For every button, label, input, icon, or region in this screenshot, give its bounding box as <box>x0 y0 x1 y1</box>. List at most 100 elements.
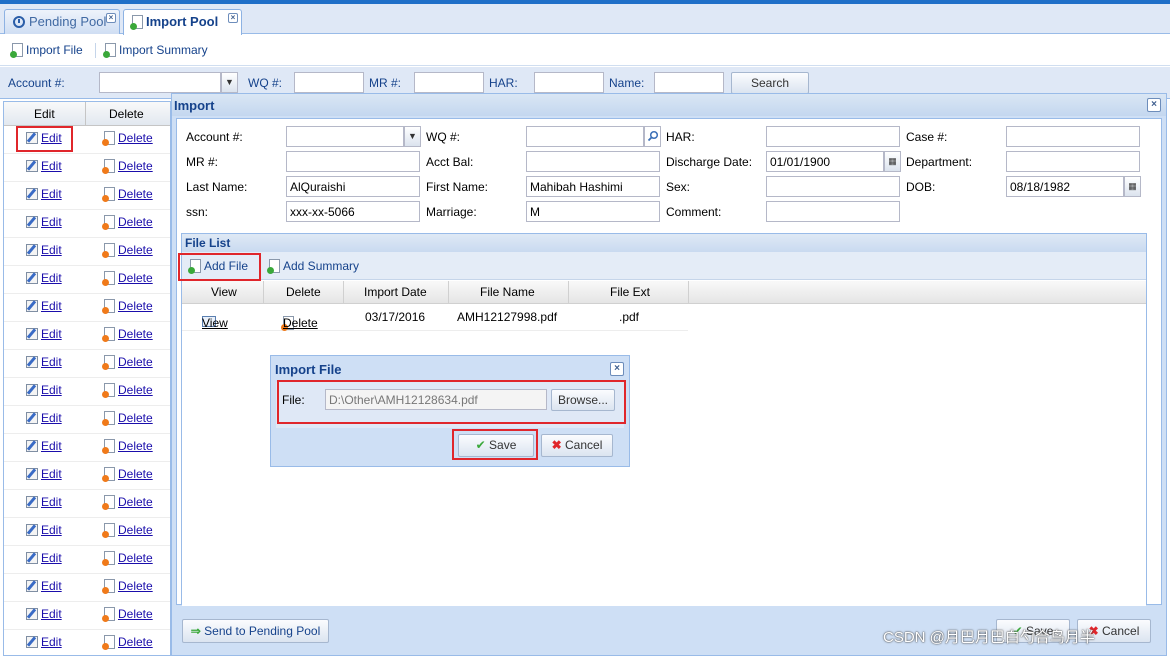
delete-link[interactable]: Delete <box>102 579 153 594</box>
table-row: Edit Delete <box>4 294 170 322</box>
edit-link[interactable]: Edit <box>26 299 62 313</box>
edit-link[interactable]: Edit <box>26 579 62 593</box>
edit-link[interactable]: Edit <box>26 243 62 257</box>
clock-icon <box>13 16 25 28</box>
close-icon[interactable]: × <box>1147 98 1161 112</box>
delete-link[interactable]: Delete <box>102 355 153 370</box>
delete-link[interactable]: Delete <box>102 299 153 314</box>
table-row: Edit Delete <box>4 378 170 406</box>
har-input[interactable] <box>534 72 604 93</box>
edit-link[interactable]: Edit <box>26 383 62 397</box>
page-delete-icon <box>102 495 115 510</box>
edit-link[interactable]: Edit <box>26 271 62 285</box>
case-input[interactable] <box>1006 126 1140 147</box>
dob-input[interactable] <box>1006 176 1124 197</box>
delete-link[interactable]: Delete <box>102 215 153 230</box>
ssn-input[interactable] <box>286 201 420 222</box>
delete-link[interactable]: Delete <box>102 523 153 538</box>
account-combo-input[interactable] <box>286 126 404 147</box>
delete-link[interactable]: Delete <box>102 495 153 510</box>
col-file-name-header: File Name <box>480 285 535 299</box>
wq-input[interactable] <box>294 72 364 93</box>
discharge-date-input[interactable] <box>766 151 884 172</box>
comment-input[interactable] <box>766 201 900 222</box>
delete-link[interactable]: Delete <box>102 159 153 174</box>
import-file-button[interactable]: Import File <box>10 43 83 58</box>
edit-link[interactable]: Edit <box>26 523 62 537</box>
account-combo-input[interactable] <box>99 72 221 93</box>
delete-link[interactable]: Delete <box>102 383 153 398</box>
page-delete-icon <box>102 635 115 650</box>
department-input[interactable] <box>1006 151 1140 172</box>
close-icon[interactable]: × <box>106 13 116 23</box>
last-name-input[interactable] <box>286 176 420 197</box>
dob-label: DOB: <box>906 180 936 194</box>
x-icon: ✖ <box>551 438 562 452</box>
file-name-cell: AMH12127998.pdf <box>457 310 558 324</box>
edit-link[interactable]: Edit <box>26 551 62 565</box>
highlight-box <box>452 429 538 460</box>
col-view-header: View <box>211 285 237 299</box>
delete-link[interactable]: Delete <box>102 327 153 342</box>
mr-input[interactable] <box>414 72 484 93</box>
name-input[interactable] <box>654 72 724 93</box>
edit-link[interactable]: Edit <box>26 635 62 649</box>
delete-link[interactable]: Delete <box>102 271 153 286</box>
page-delete-icon <box>102 159 115 174</box>
case-label: Case #: <box>906 130 948 144</box>
tab-bar: Pending Pool × Import Pool × <box>0 4 1170 35</box>
wq-input[interactable] <box>526 126 644 147</box>
delete-link[interactable]: Delete <box>102 131 153 146</box>
calendar-icon[interactable]: ▦ <box>1124 176 1141 197</box>
table-row: Edit Delete <box>4 266 170 294</box>
delete-link[interactable]: Delete <box>102 607 153 622</box>
edit-link[interactable]: Edit <box>26 411 62 425</box>
tab-pending-pool[interactable]: Pending Pool × <box>4 9 120 34</box>
pencil-icon <box>26 412 38 424</box>
import-date-cell: 03/17/2016 <box>365 310 426 324</box>
edit-link[interactable]: Edit <box>26 439 62 453</box>
import-summary-button[interactable]: Import Summary <box>103 43 208 58</box>
edit-link[interactable]: Edit <box>26 607 62 621</box>
pencil-icon <box>26 524 38 536</box>
marriage-input[interactable] <box>526 201 660 222</box>
edit-link[interactable]: Edit <box>26 495 62 509</box>
dialog-cancel-button[interactable]: ✖ Cancel <box>541 434 613 457</box>
chevron-down-icon[interactable]: ▼ <box>221 72 238 93</box>
sex-input[interactable] <box>766 176 900 197</box>
table-row: Edit Delete <box>4 154 170 182</box>
delete-link[interactable]: Delete <box>102 551 153 566</box>
first-name-input[interactable] <box>526 176 660 197</box>
calendar-icon[interactable]: ▦ <box>884 151 901 172</box>
pencil-icon <box>26 580 38 592</box>
pencil-icon <box>26 244 38 256</box>
edit-link[interactable]: Edit <box>26 467 62 481</box>
search-icon[interactable] <box>644 126 661 147</box>
page-delete-icon <box>102 355 115 370</box>
tab-import-pool[interactable]: Import Pool × <box>123 9 242 35</box>
close-icon[interactable]: × <box>610 362 624 376</box>
edit-link[interactable]: Edit <box>26 159 62 173</box>
edit-link[interactable]: Edit <box>26 215 62 229</box>
send-to-pending-pool-button[interactable]: ⇒ Send to Pending Pool <box>182 619 329 643</box>
mr-input[interactable] <box>286 151 420 172</box>
delete-link[interactable]: Delete <box>102 439 153 454</box>
search-button[interactable]: Search <box>731 72 809 94</box>
watermark: CSDN @月巴月巴白勺合鸟月半 <box>883 629 1095 646</box>
chevron-down-icon[interactable]: ▼ <box>404 126 421 147</box>
delete-link[interactable]: Delete <box>102 243 153 258</box>
acct-bal-input[interactable] <box>526 151 660 172</box>
table-row: Edit Delete <box>4 546 170 574</box>
table-row: Edit Delete <box>4 602 170 630</box>
delete-link[interactable]: Delete <box>102 635 153 650</box>
edit-link[interactable]: Edit <box>26 355 62 369</box>
add-summary-button[interactable]: Add Summary <box>267 259 359 274</box>
delete-link[interactable]: Delete <box>102 411 153 426</box>
edit-link[interactable]: Edit <box>26 187 62 201</box>
delete-link[interactable]: Delete <box>102 467 153 482</box>
page-delete-icon <box>102 215 115 230</box>
delete-link[interactable]: Delete <box>102 187 153 202</box>
edit-link[interactable]: Edit <box>26 327 62 341</box>
har-input[interactable] <box>766 126 900 147</box>
close-icon[interactable]: × <box>228 13 238 23</box>
